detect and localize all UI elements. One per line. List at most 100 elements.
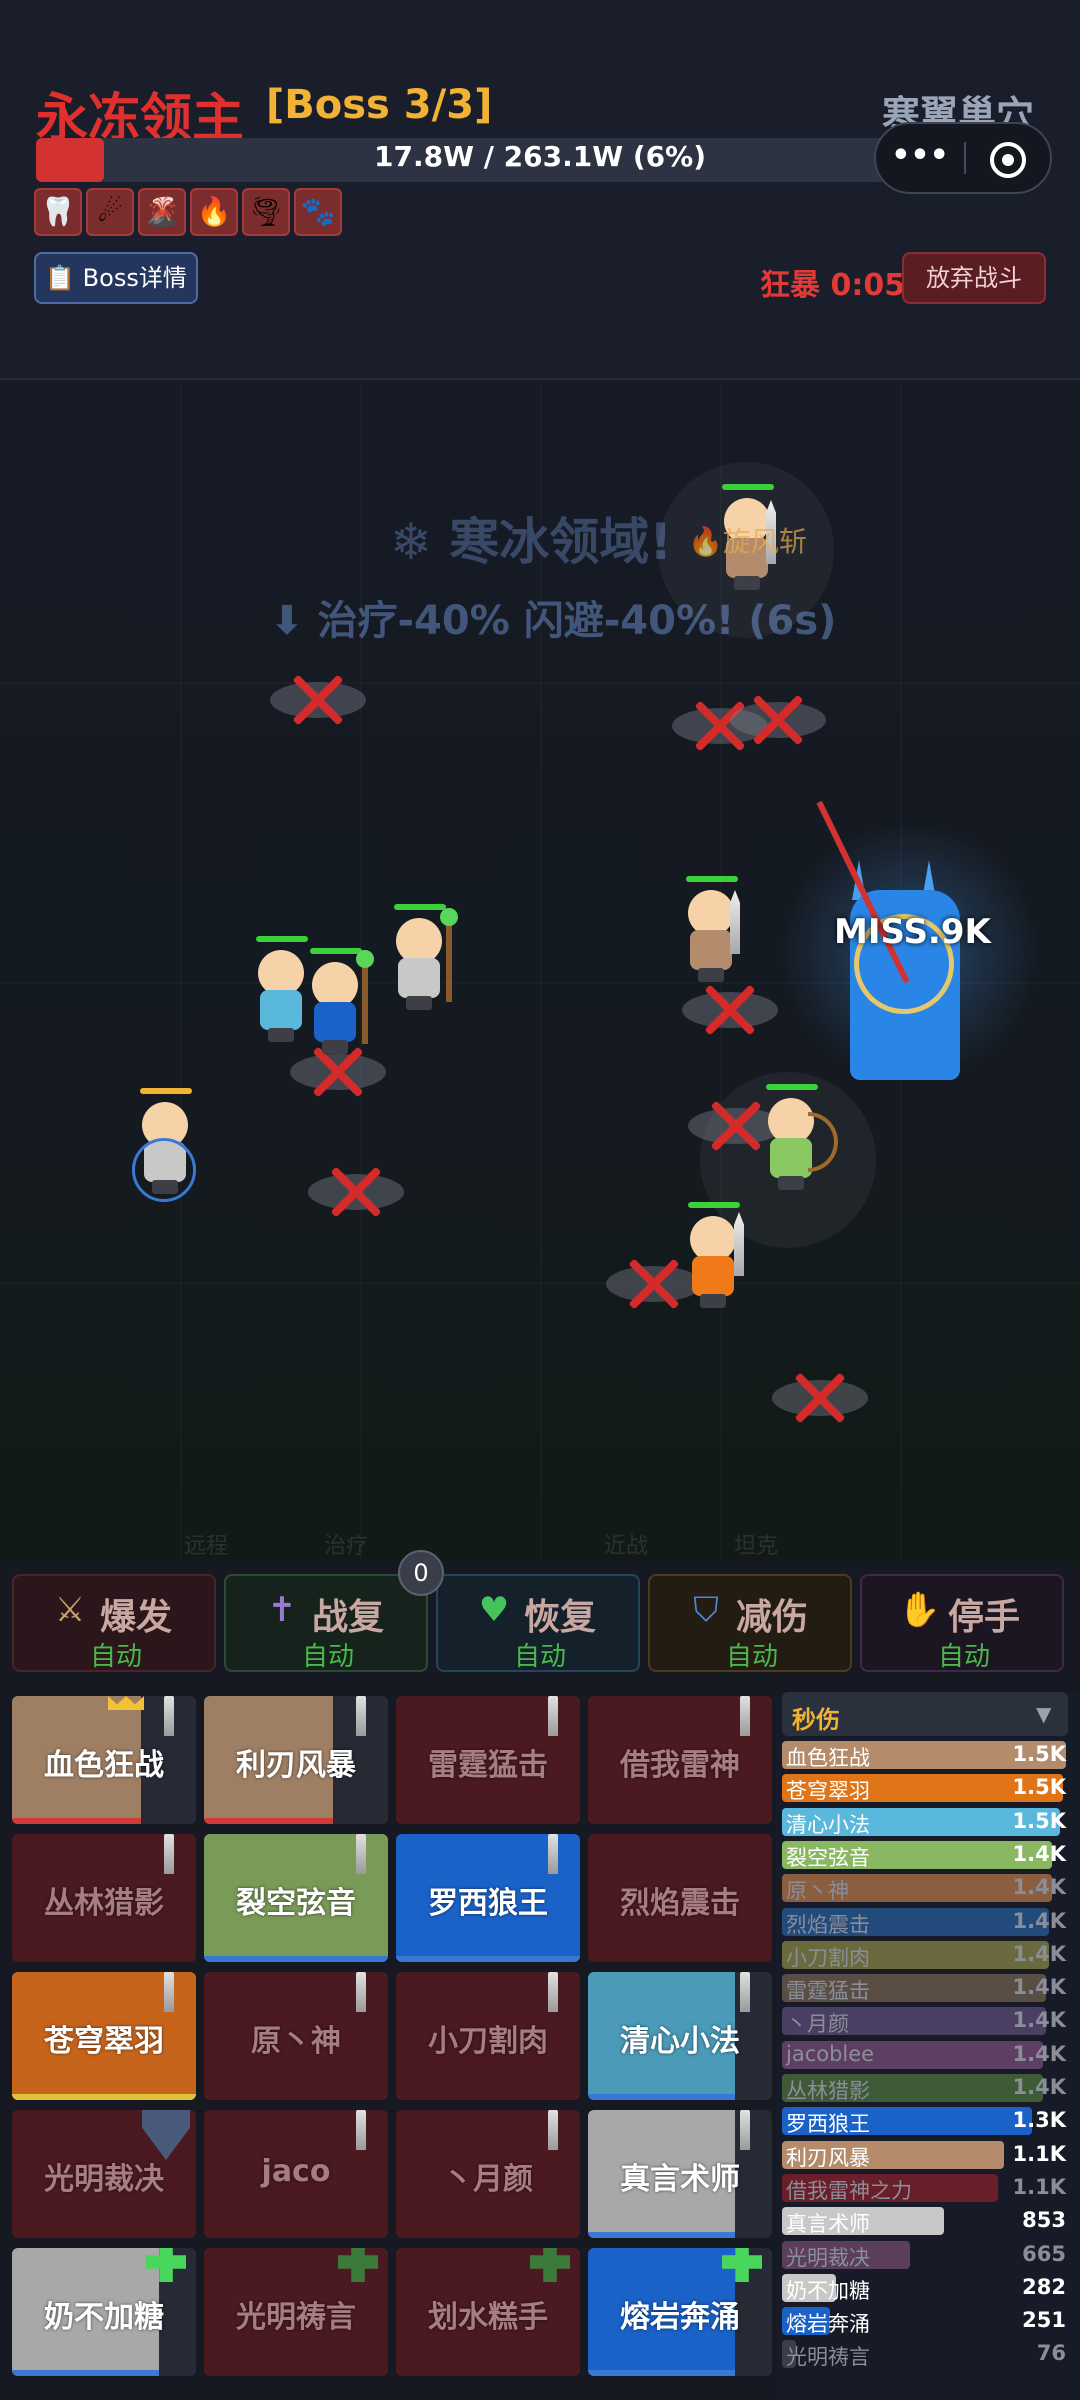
party-member-tile[interactable]: 血色狂战 [12, 1696, 196, 1824]
dps-name: jacoblee [786, 2041, 875, 2066]
shield-ring [132, 1138, 196, 1202]
fallen-x-icon [624, 1254, 684, 1314]
sword-icon [740, 2110, 750, 2150]
party-member-tile[interactable]: 利刃风暴 [204, 1696, 388, 1824]
stop-button[interactable]: ✋ 停手 自动 [860, 1574, 1064, 1672]
dps-name: 苍穹翠羽 [786, 1779, 870, 1804]
fallen-x-icon [700, 980, 760, 1040]
party-member-tile[interactable]: 烈焰震击 [588, 1834, 772, 1962]
skill-float-text: 🔥旋风斩 [688, 525, 807, 558]
quit-battle-button[interactable]: 放弃战斗 [902, 252, 1046, 304]
member-name: 烈焰震击 [620, 1886, 740, 1921]
battle-res-button[interactable]: ✝ 战复 自动 [224, 1574, 428, 1672]
cooldown-controls: ⚔ 爆发 自动 ✝ 战复 自动 ♥ 恢复自动 ⛉ 减伤 自动 ✋ 停手 自动 [0, 1562, 1080, 1692]
dps-value: 1.4K [1012, 2041, 1066, 2066]
chevron-down-icon[interactable]: ▼ [1036, 1702, 1051, 1726]
dps-value: 76 [1036, 2341, 1066, 2366]
member-name: 利刃风暴 [236, 1748, 356, 1783]
dps-value: 1.4K [1012, 1975, 1066, 2000]
member-name: 苍穹翠羽 [44, 2024, 164, 2059]
lane-label-melee: 近战 [604, 1534, 649, 1559]
sword-icon [548, 2110, 558, 2150]
member-name: 熔岩奔涌 [620, 2300, 740, 2335]
heal-cross-icon [530, 2248, 570, 2282]
dps-value: 853 [1022, 2208, 1066, 2233]
fallen-x-icon [326, 1162, 386, 1222]
party-member-tile[interactable]: 裂空弦音 [204, 1834, 388, 1962]
party-member-tile[interactable]: 真言术师 [588, 2110, 772, 2238]
member-resource-bar [588, 2232, 735, 2238]
party-member-tile[interactable]: 光明裁决 [12, 2110, 196, 2238]
comet-icon[interactable]: ☄ [86, 188, 134, 236]
member-name: 裂空弦音 [236, 1886, 356, 1921]
dps-row: 光明裁决 665 [782, 2240, 1068, 2270]
dps-name: 丶月颜 [786, 2012, 849, 2037]
fallen-x-icon [790, 1368, 850, 1428]
game-screen: 永冻领主 [Boss 3/3] 寒翼巢穴 17.8W / 263.1W (6%)… [0, 0, 1080, 2400]
member-name: 罗西狼王 [428, 1886, 548, 1921]
mitigation-button[interactable]: ⛉ 减伤 自动 [648, 1574, 852, 1672]
heal-label: 恢复 [524, 1597, 597, 1638]
party-member-tile[interactable]: 丶月颜 [396, 2110, 580, 2238]
sword-icon [356, 1972, 366, 2012]
volcano-icon[interactable]: 🌋 [138, 188, 186, 236]
party-member-tile[interactable]: 原丶神 [204, 1972, 388, 2100]
fire-icon[interactable]: 🔥 [190, 188, 238, 236]
sword-icon [740, 1696, 750, 1736]
dps-row: 利刃风暴 1.1K [782, 2140, 1068, 2170]
party-member-tile[interactable]: 划水糕手 [396, 2248, 580, 2376]
party-member-tile[interactable]: 熔岩奔涌 [588, 2248, 772, 2376]
hero-mage-sprite [250, 936, 310, 1042]
heal-button[interactable]: ♥ 恢复 自动 [436, 1574, 640, 1672]
dps-row: 苍穹翠羽 1.5K [782, 1773, 1068, 1803]
fallen-x-icon [288, 670, 348, 730]
dps-row: 清心小法 1.5K [782, 1807, 1068, 1837]
burst-button[interactable]: ⚔ 爆发 自动 [12, 1574, 216, 1672]
boss-buff-row: 🦷 ☄ 🌋 🔥 🌪 🐾 [34, 188, 354, 240]
member-name: 光明祷言 [236, 2300, 356, 2335]
party-member-tile[interactable]: 借我雷神 [588, 1696, 772, 1824]
party-member-tile[interactable]: 光明祷言 [204, 2248, 388, 2376]
tornado-icon[interactable]: 🌪 [242, 188, 290, 236]
more-icon[interactable]: ••• [876, 124, 964, 192]
dps-value: 1.3K [1012, 2108, 1066, 2133]
dps-meter-header[interactable]: 秒伤 ▼ [782, 1692, 1068, 1736]
sword-icon [548, 1696, 558, 1736]
dps-name: 光明裁决 [786, 2245, 870, 2270]
dps-name: 真言术师 [786, 2212, 870, 2237]
tooth-icon[interactable]: 🦷 [34, 188, 82, 236]
party-member-tile[interactable]: 丛林猎影 [12, 1834, 196, 1962]
fallen-x-icon [706, 1096, 766, 1156]
battle-res-label: 战复 [312, 1597, 385, 1638]
party-member-tile[interactable]: jaco [204, 2110, 388, 2238]
party-grid: 血色狂战 利刃风暴 雷霆猛击 借我雷神丛林猎影 裂空弦音 罗西狼王 烈焰震击苍穹翠羽 原丶神 小… [0, 1692, 776, 2400]
burst-mode: 自动 [89, 1642, 142, 1672]
member-resource-bar [588, 2094, 735, 2100]
dps-name: 利刃风暴 [786, 2145, 870, 2170]
close-miniprogram-icon[interactable] [990, 142, 1026, 178]
dps-name: 原丶神 [786, 1879, 849, 1904]
party-member-tile[interactable]: 罗西狼王 [396, 1834, 580, 1962]
party-member-tile[interactable]: 苍穹翠羽 [12, 1972, 196, 2100]
dps-value: 1.1K [1012, 2174, 1066, 2199]
dps-value: 1.5K [1012, 1808, 1066, 1833]
dps-name: 小刀割肉 [786, 1945, 870, 1970]
member-name: 光明裁决 [44, 2162, 164, 2197]
party-member-tile[interactable]: 清心小法 [588, 1972, 772, 2100]
dps-value: 251 [1022, 2308, 1066, 2333]
boss-detail-button[interactable]: 📋 Boss详情 [34, 252, 198, 304]
member-name: 奶不加糖 [44, 2300, 164, 2335]
dps-value: 1.4K [1012, 1908, 1066, 1933]
member-name: 血色狂战 [44, 1748, 164, 1783]
party-member-tile[interactable]: 奶不加糖 [12, 2248, 196, 2376]
paw-icon[interactable]: 🐾 [294, 188, 342, 236]
party-member-tile[interactable]: 雷霆猛击 [396, 1696, 580, 1824]
dps-row: 烈焰震击 1.4K [782, 1907, 1068, 1937]
member-name: 清心小法 [620, 2024, 740, 2059]
member-name: 借我雷神 [620, 1748, 740, 1783]
party-member-tile[interactable]: 小刀割肉 [396, 1972, 580, 2100]
dps-value: 1.4K [1012, 1841, 1066, 1866]
dps-name: 裂空弦音 [786, 1845, 870, 1870]
sword-icon [740, 1972, 750, 2012]
heal-icon: ♥ [478, 1590, 510, 1630]
